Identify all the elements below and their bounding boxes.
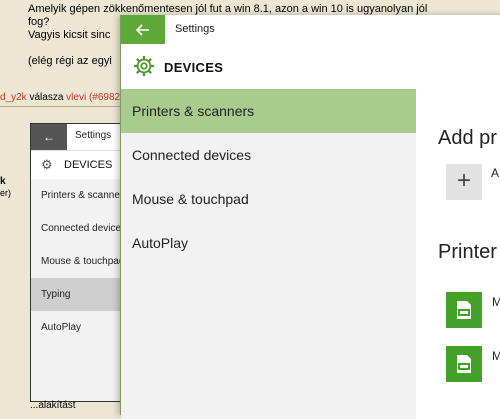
- gear-icon: [133, 55, 155, 77]
- embedded-screenshot: ← Settings ⚙ DEVICES Printers & scanners…: [30, 123, 132, 402]
- mini-item: Printers & scanners: [41, 190, 129, 201]
- reply-target-link[interactable]: vlevi: [66, 92, 86, 103]
- arrow-left-icon: ←: [31, 124, 67, 150]
- sidebar-item-printers-scanners[interactable]: Printers & scanners: [121, 89, 416, 133]
- mini-title: Settings: [75, 130, 112, 141]
- printer-label[interactable]: M: [492, 349, 500, 363]
- page-title: DEVICES: [164, 60, 224, 75]
- forum-post-text: (elég régi az egyi: [28, 55, 112, 67]
- mini-titlebar: ← Settings: [31, 124, 131, 151]
- back-button[interactable]: [121, 15, 165, 44]
- mini-header-title: DEVICES: [64, 159, 113, 171]
- gear-icon: ⚙: [41, 157, 53, 172]
- printer-item[interactable]: [446, 346, 482, 382]
- forum-post-text: fog?: [28, 16, 50, 28]
- add-printer-button[interactable]: +: [446, 164, 482, 200]
- author-name: k: [0, 176, 6, 187]
- add-printer-label[interactable]: A: [491, 166, 499, 180]
- printer-icon: [457, 355, 471, 373]
- sidebar-item-connected-devices[interactable]: Connected devices: [121, 133, 416, 177]
- printer-label[interactable]: M: [492, 295, 500, 309]
- content-pane: Add pr + A Printer M M: [416, 89, 500, 419]
- printer-item[interactable]: [446, 292, 482, 328]
- mini-item: Connected devices: [41, 223, 127, 234]
- plus-icon: +: [456, 167, 471, 194]
- forum-post-text: Vagyis kicsit sinc: [28, 29, 111, 41]
- window-title: Settings: [175, 23, 215, 35]
- settings-window: Settings DEVICES Printers & scanners Con…: [120, 15, 500, 419]
- forum-post-text: ...alakítást: [30, 400, 76, 411]
- mini-item: Mouse & touchpad: [41, 256, 125, 267]
- arrow-left-icon: [136, 23, 149, 36]
- reply-word: válasza: [29, 92, 64, 103]
- mini-item: AutoPlay: [41, 322, 82, 333]
- printers-heading: Printer: [438, 241, 497, 263]
- add-printer-heading: Add pr: [438, 127, 497, 149]
- mini-item-selected: Typing: [31, 278, 131, 311]
- sidebar-item-autoplay[interactable]: AutoPlay: [121, 221, 416, 265]
- title-bar: Settings: [121, 15, 500, 44]
- reply-ref-link[interactable]: (#6982): [89, 92, 123, 103]
- printer-icon: [457, 301, 471, 319]
- author-role: er): [0, 188, 11, 198]
- mini-header: ⚙ DEVICES: [31, 151, 131, 179]
- sidebar-item-mouse-touchpad[interactable]: Mouse & touchpad: [121, 177, 416, 221]
- page-header: DEVICES: [121, 45, 500, 89]
- sidebar-nav: Printers & scanners Connected devices Mo…: [121, 89, 416, 419]
- divider: [0, 106, 125, 107]
- reply-user-link[interactable]: d_y2k: [0, 92, 27, 103]
- reply-info: d_y2k válasza vlevi (#6982): [0, 91, 123, 105]
